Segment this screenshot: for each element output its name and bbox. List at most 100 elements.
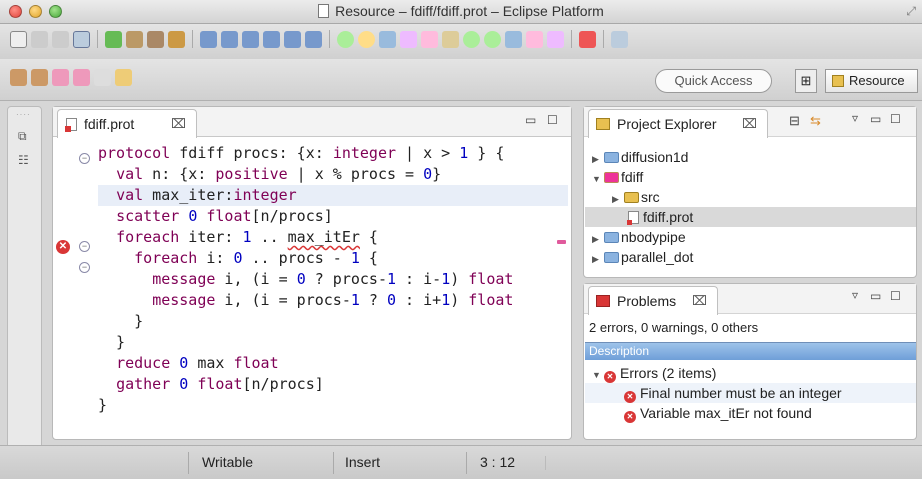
layout-icon[interactable] — [284, 30, 301, 48]
run-configuration-icon[interactable] — [579, 30, 596, 48]
wand-icon[interactable] — [611, 30, 628, 48]
trim-handle[interactable]: ···· — [16, 110, 31, 119]
marker-icon[interactable] — [358, 30, 375, 48]
layout-icon[interactable] — [200, 30, 217, 48]
marker-icon[interactable] — [337, 30, 354, 48]
restore-icon[interactable]: ⧉ — [18, 129, 32, 143]
next-annotation-icon[interactable] — [10, 69, 27, 86]
tree-item-fdiff[interactable]: ▼ fdiff — [592, 167, 643, 187]
maximize-icon[interactable]: ☐ — [890, 289, 901, 303]
main-toolbar — [0, 24, 922, 59]
layout-icon[interactable] — [221, 30, 238, 48]
status-separator — [188, 452, 189, 474]
close-tab-icon[interactable]: ⌧ — [742, 110, 757, 138]
layout-icon[interactable] — [263, 30, 280, 48]
marker-icon[interactable] — [379, 30, 396, 48]
link-with-editor-icon[interactable]: ⇆ — [810, 113, 821, 129]
print-icon[interactable] — [73, 30, 90, 48]
run-icon[interactable] — [126, 30, 143, 48]
expand-arrow-icon[interactable]: ▶ — [592, 249, 604, 269]
code-keyword: float — [197, 375, 243, 393]
maximize-icon[interactable]: ☐ — [547, 113, 558, 127]
save-icon[interactable] — [31, 30, 48, 48]
problem-item[interactable]: ✕ Final number must be an integer — [585, 383, 916, 403]
description-column-header[interactable]: Description — [585, 342, 916, 360]
tab-problems[interactable]: Problems ⌧ — [588, 286, 718, 315]
close-tab-icon[interactable]: ⌧ — [692, 287, 707, 315]
marker-icon[interactable] — [547, 30, 564, 48]
close-tab-icon[interactable]: ⌧ — [171, 110, 186, 138]
code-keyword: protocol — [98, 144, 171, 162]
code-number: 0 — [179, 354, 189, 372]
status-insert-mode: Insert — [345, 454, 381, 470]
code-line: foreach i: 0 .. procs - 1 { — [134, 249, 378, 267]
error-token[interactable]: max_itEr — [288, 228, 360, 246]
tree-item-src[interactable]: ▶ src — [612, 187, 660, 207]
maximize-icon[interactable]: ☐ — [890, 112, 901, 126]
code-number: 0 — [423, 165, 433, 183]
build-icon[interactable] — [168, 30, 185, 48]
code-number: 0 — [233, 249, 243, 267]
quick-access-field[interactable]: Quick Access — [655, 69, 772, 93]
layout-icon[interactable] — [305, 30, 322, 48]
error-marker-icon[interactable]: ✕ — [56, 240, 70, 254]
editor-gutter: − ✕ − − — [53, 137, 98, 439]
navigation-toolbar-icons — [10, 69, 132, 86]
previous-annotation-icon[interactable] — [31, 69, 48, 86]
save-all-icon[interactable] — [52, 30, 69, 48]
code-number: 1 — [441, 291, 451, 309]
pin-icon[interactable] — [115, 69, 132, 86]
marker-icon[interactable] — [421, 30, 438, 48]
status-bar: Writable Insert 3 : 12 — [0, 445, 922, 479]
minimize-icon[interactable]: ▭ — [525, 113, 536, 127]
view-menu-icon[interactable]: ▿ — [852, 111, 858, 125]
tree-item-fdiff-prot[interactable]: fdiff.prot — [627, 207, 693, 227]
view-menu-icon[interactable]: ▿ — [852, 288, 858, 302]
new-icon[interactable] — [10, 30, 27, 48]
marker-icon[interactable] — [505, 30, 522, 48]
editor-pane: fdiff.prot ⌧ ▭ ☐ − ✕ − − protocol fdiff … — [52, 106, 572, 440]
tree-item-diffusion1d[interactable]: ▶ diffusion1d — [592, 147, 688, 167]
fullscreen-icon[interactable]: ⤢ — [906, 4, 916, 19]
code-line: } — [98, 312, 144, 330]
overview-ruler-error-mark[interactable] — [557, 240, 566, 244]
code-line: message i, (i = procs-1 ? 0 : i+1) float — [152, 291, 514, 309]
minimize-icon[interactable]: ▭ — [870, 289, 881, 303]
back-icon[interactable] — [73, 69, 90, 86]
last-edit-icon[interactable] — [52, 69, 69, 86]
tree-item-parallel-dot[interactable]: ▶ parallel_dot — [592, 247, 693, 267]
code-number: 0 — [387, 291, 397, 309]
expand-arrow-icon[interactable]: ▶ — [592, 149, 604, 169]
tab-project-explorer[interactable]: Project Explorer ⌧ — [588, 109, 768, 138]
tree-item-label: nbodypipe — [621, 229, 686, 245]
fold-toggle-icon[interactable]: − — [79, 262, 90, 273]
collapse-arrow-icon[interactable]: ▼ — [592, 365, 604, 385]
toolbar-separator — [97, 30, 98, 48]
code-line: reduce 0 max float — [116, 354, 279, 372]
collapse-arrow-icon[interactable]: ▼ — [592, 169, 604, 189]
fold-toggle-icon[interactable]: − — [79, 153, 90, 164]
marker-icon[interactable] — [442, 30, 459, 48]
project-explorer-view: Project Explorer ⌧ ⊟ ⇆ ▿ ▭ ☐ ▶ diffusion1… — [583, 106, 917, 278]
tree-item-nbodypipe[interactable]: ▶ nbodypipe — [592, 227, 686, 247]
debug-icon[interactable] — [105, 30, 122, 48]
marker-icon[interactable] — [463, 30, 480, 48]
editor-tab-fdiff-prot[interactable]: fdiff.prot ⌧ — [57, 109, 197, 138]
forward-icon[interactable] — [94, 69, 111, 86]
toolbar-separator — [603, 30, 604, 48]
fold-toggle-icon[interactable]: − — [79, 241, 90, 252]
marker-icon[interactable] — [400, 30, 417, 48]
layout-icon[interactable] — [242, 30, 259, 48]
minimize-icon[interactable]: ▭ — [870, 112, 881, 126]
marker-icon[interactable] — [526, 30, 543, 48]
expand-arrow-icon[interactable]: ▶ — [612, 189, 624, 209]
marker-icon[interactable] — [484, 30, 501, 48]
problem-item[interactable]: ✕ Variable max_itEr not found — [624, 403, 812, 423]
open-perspective-button[interactable]: ⊞ — [795, 69, 817, 93]
external-tools-icon[interactable] — [147, 30, 164, 48]
expand-arrow-icon[interactable]: ▶ — [592, 229, 604, 249]
resource-perspective-button[interactable]: Resource — [825, 69, 918, 93]
collapse-all-icon[interactable]: ⊟ — [789, 113, 800, 129]
outline-icon[interactable]: ☷ — [18, 153, 32, 167]
problems-group-errors[interactable]: ▼ ✕ Errors (2 items) — [592, 363, 716, 383]
